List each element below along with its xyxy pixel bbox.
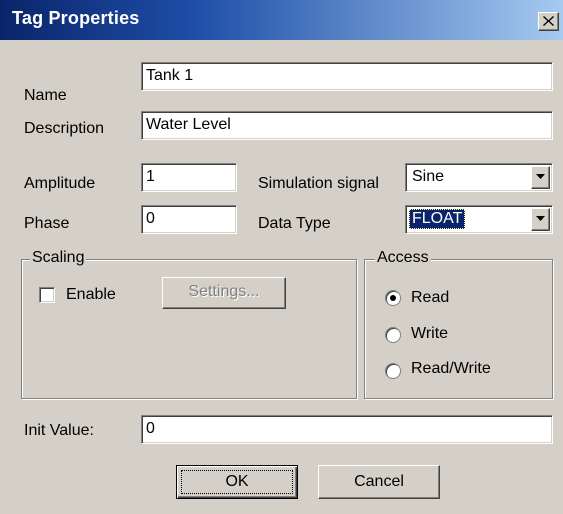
dialog-title: Tag Properties [12, 8, 140, 28]
enable-scaling-checkbox[interactable] [39, 287, 55, 303]
name-label: Name [24, 87, 67, 104]
access-group-title: Access [375, 248, 431, 268]
data-type-label: Data Type [258, 215, 331, 232]
radio-selected-dot [390, 295, 396, 301]
access-read-radio[interactable] [385, 290, 401, 306]
enable-scaling-label: Enable [66, 286, 116, 303]
amplitude-label: Amplitude [24, 175, 96, 192]
scaling-settings-button[interactable]: Settings... [162, 277, 286, 309]
init-value-input[interactable]: 0 [141, 415, 553, 444]
description-input[interactable]: Water Level [141, 111, 553, 140]
phase-label: Phase [24, 215, 70, 232]
access-read-label: Read [411, 289, 450, 306]
simulation-signal-value: Sine [412, 168, 445, 185]
data-type-select[interactable]: FLOAT [405, 205, 553, 234]
name-input[interactable]: Tank 1 [141, 62, 553, 91]
tag-properties-dialog: Tag Properties Name Tank 1 Description W… [0, 0, 563, 514]
amplitude-input[interactable]: 1 [141, 163, 237, 192]
simulation-signal-label: Simulation signal [258, 175, 379, 192]
access-write-radio[interactable] [385, 327, 401, 343]
phase-input[interactable]: 0 [141, 205, 237, 234]
access-group: Access Read Write Read/Write [364, 248, 553, 399]
access-read-write-radio[interactable] [385, 363, 401, 379]
focus-rect [181, 470, 293, 494]
cancel-button[interactable]: Cancel [318, 465, 440, 499]
ok-button[interactable]: OK [176, 465, 298, 499]
description-label: Description [24, 120, 105, 137]
scaling-group: Scaling Enable Settings... [21, 248, 357, 399]
title-bar[interactable]: Tag Properties [0, 0, 563, 40]
scaling-group-title: Scaling [30, 248, 87, 268]
data-type-dropdown-button[interactable] [531, 208, 550, 231]
simulation-signal-dropdown-button[interactable] [531, 166, 550, 189]
access-write-label: Write [411, 325, 449, 342]
init-value-label: Init Value: [24, 422, 94, 439]
access-read-write-label: Read/Write [411, 360, 491, 377]
data-type-value: FLOAT [409, 209, 466, 229]
close-button[interactable] [538, 12, 559, 31]
simulation-signal-select[interactable]: Sine [405, 163, 553, 192]
